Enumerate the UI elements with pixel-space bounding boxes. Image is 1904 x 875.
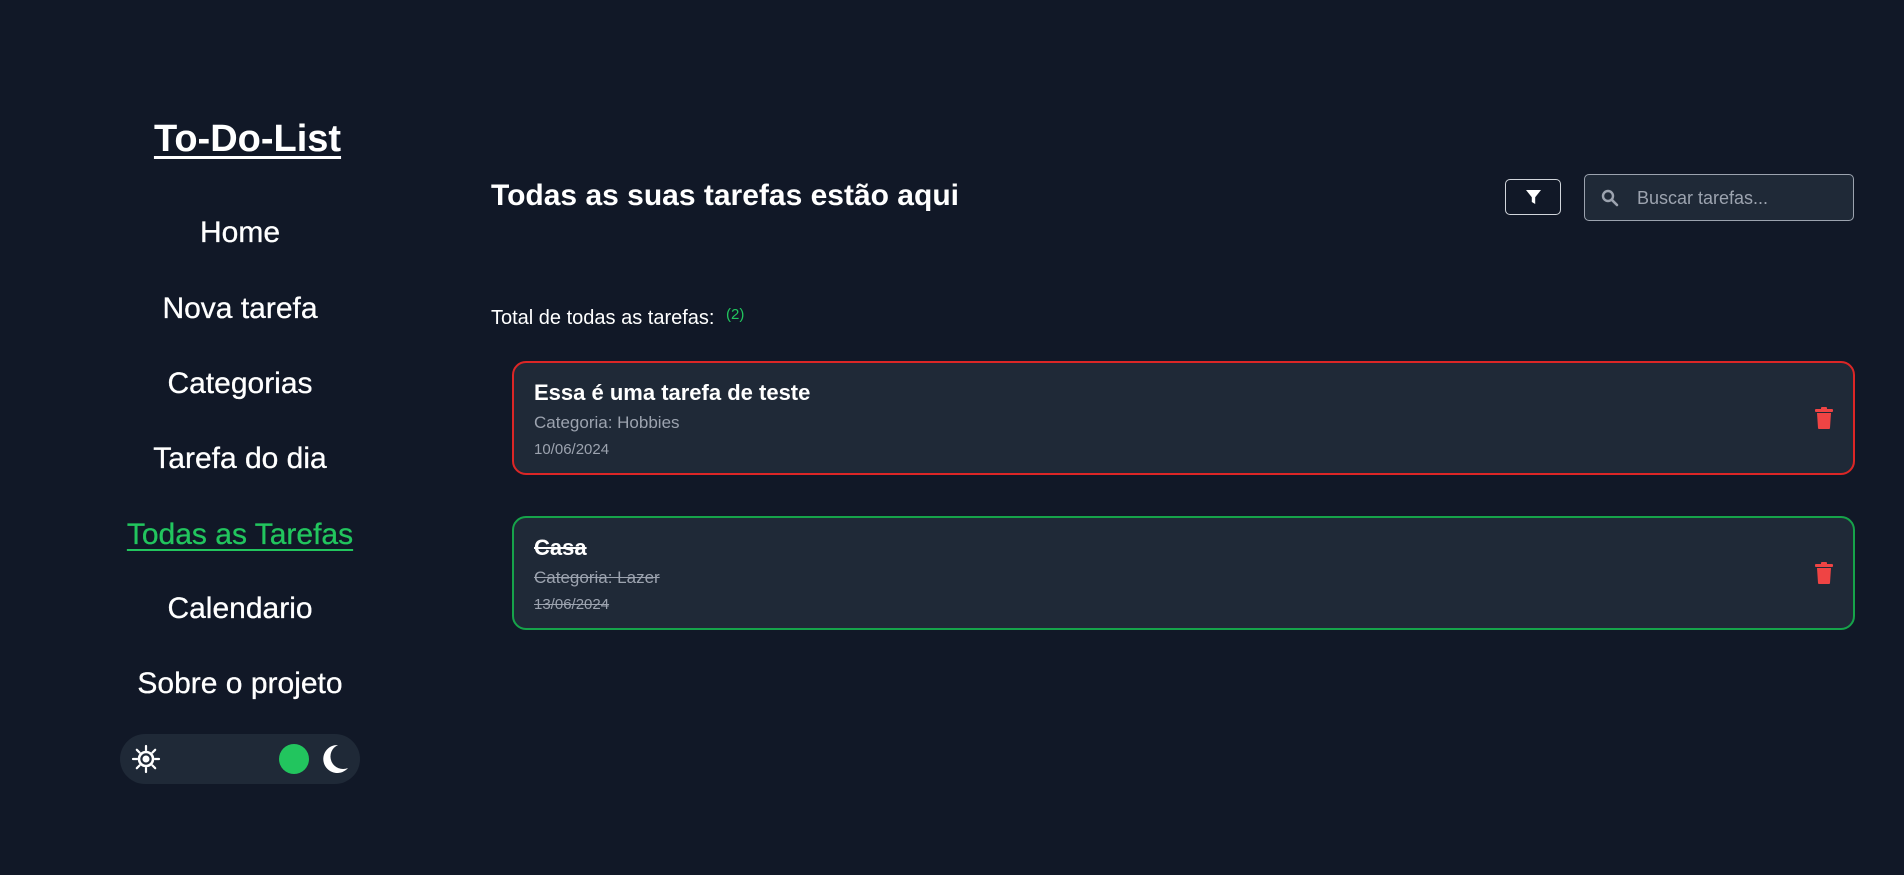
sidebar-item-sobre-o-projeto[interactable]: Sobre o projeto xyxy=(0,664,480,704)
trash-icon[interactable] xyxy=(1815,407,1833,429)
sidebar: To-Do-List Home Nova tarefa Categorias T… xyxy=(0,0,480,875)
app-logo[interactable]: To-Do-List xyxy=(0,114,495,164)
theme-toggle[interactable] xyxy=(120,734,360,784)
task-card[interactable]: Casa Categoria: Lazer 13/06/2024 xyxy=(512,516,1855,630)
task-date: 13/06/2024 xyxy=(534,596,610,613)
sidebar-item-tarefa-do-dia[interactable]: Tarefa do dia xyxy=(0,439,480,479)
filter-icon xyxy=(1526,190,1541,204)
search-icon xyxy=(1601,189,1619,207)
sidebar-item-home[interactable]: Home xyxy=(0,213,480,253)
sidebar-item-categorias[interactable]: Categorias xyxy=(0,364,480,404)
total-tasks: Total de todas as tarefas: (2) xyxy=(491,305,744,333)
task-title: Casa xyxy=(534,535,587,560)
filter-button[interactable] xyxy=(1505,179,1561,215)
task-title: Essa é uma tarefa de teste xyxy=(534,380,811,405)
total-tasks-count: (2) xyxy=(726,306,745,323)
sidebar-item-todas-as-tarefas[interactable]: Todas as Tarefas xyxy=(0,515,480,555)
main-content: Todas as suas tarefas estão aqui Total d… xyxy=(491,0,1855,875)
sidebar-item-nova-tarefa[interactable]: Nova tarefa xyxy=(0,289,480,329)
task-category: Categoria: Lazer xyxy=(534,568,660,587)
page-title: Todas as suas tarefas estão aqui xyxy=(491,179,959,212)
toggle-knob[interactable] xyxy=(279,744,309,774)
search-box xyxy=(1584,174,1854,222)
trash-icon[interactable] xyxy=(1815,562,1833,584)
task-date: 10/06/2024 xyxy=(534,441,610,458)
moon-icon xyxy=(323,744,348,773)
search-input[interactable] xyxy=(1635,175,1849,222)
task-card[interactable]: Essa é uma tarefa de teste Categoria: Ho… xyxy=(512,361,1855,475)
app-root: To-Do-List Home Nova tarefa Categorias T… xyxy=(0,0,1904,875)
sidebar-item-calendario[interactable]: Calendario xyxy=(0,589,480,629)
task-category: Categoria: Hobbies xyxy=(534,413,680,432)
total-tasks-label: Total de todas as tarefas: xyxy=(491,307,715,329)
sun-icon xyxy=(131,744,161,774)
